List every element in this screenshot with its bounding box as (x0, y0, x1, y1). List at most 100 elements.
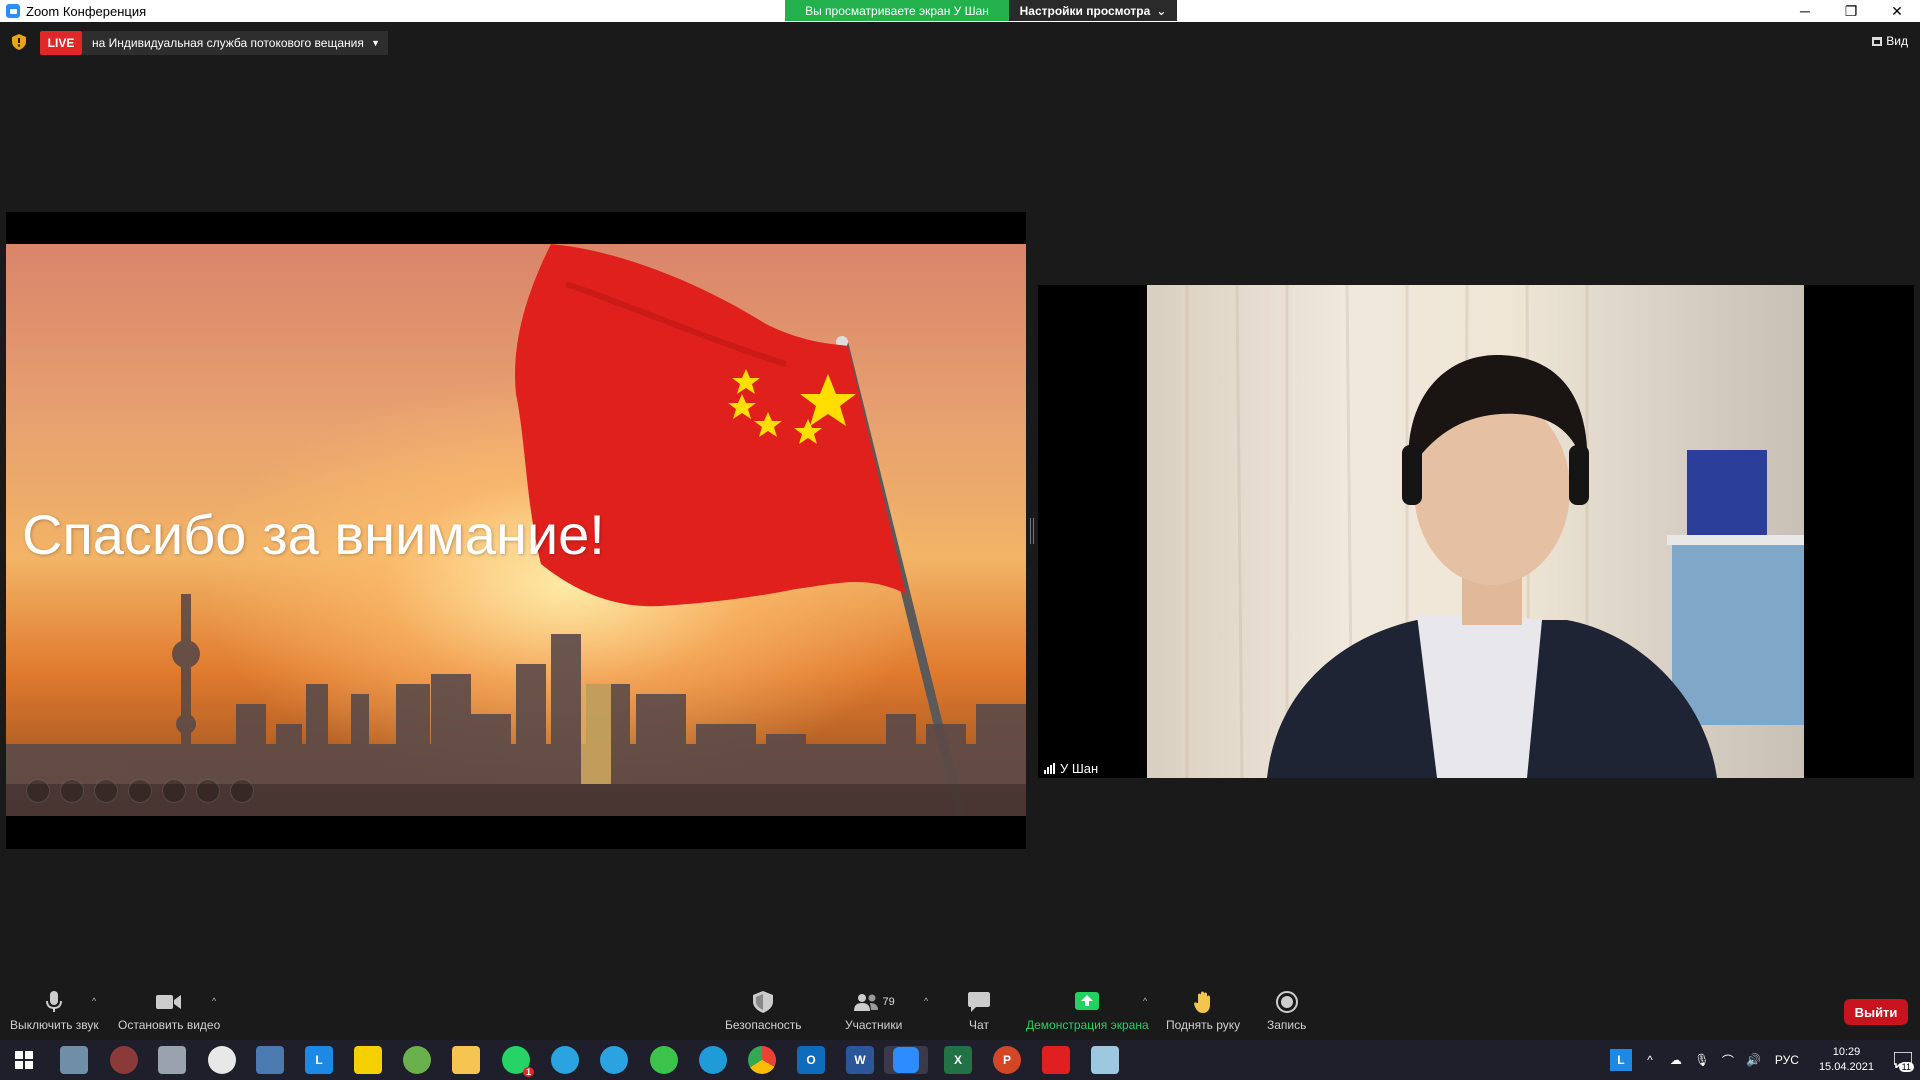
window-controls: ─ ❐ ✕ (1782, 0, 1920, 22)
windows-start-icon[interactable] (10, 1046, 38, 1074)
close-button[interactable]: ✕ (1874, 0, 1920, 22)
shared-slide: Спасибо за внимание! (6, 244, 1026, 816)
notification-count: 11 (1898, 1062, 1914, 1072)
sticky-notes-app-icon[interactable] (354, 1046, 382, 1074)
signal-strength-icon (1044, 762, 1055, 774)
scanner-app-icon[interactable] (158, 1046, 186, 1074)
outlook-app-icon[interactable]: O (797, 1046, 825, 1074)
cloud-icon[interactable]: ☁ (1668, 1052, 1684, 1068)
live-stream-dropdown[interactable]: на Индивидуальная служба потокового веща… (82, 31, 388, 55)
word-app-icon[interactable]: W (846, 1046, 874, 1074)
lingualeo-app-icon[interactable]: L (305, 1046, 333, 1074)
slides-grid-icon[interactable] (128, 779, 152, 803)
wechat-app-icon[interactable] (650, 1046, 678, 1074)
chevron-down-icon: ⌄ (1156, 3, 1167, 18)
audio-options-caret-icon[interactable]: ^ (92, 996, 96, 1006)
notepad-app-icon[interactable] (1091, 1046, 1119, 1074)
microphone-tray-icon[interactable]: 🎙 (1694, 1052, 1710, 1068)
participant-video-image (1185, 285, 1804, 778)
whatsapp-app-icon[interactable]: 1 (502, 1046, 534, 1077)
participant-video-feed (1147, 285, 1804, 778)
participants-icon: 79 (853, 990, 895, 1014)
zoom-app-icon (6, 4, 20, 18)
view-options-button[interactable]: Настройки просмотра ⌄ (1009, 0, 1177, 21)
share-options-caret-icon[interactable]: ^ (1143, 996, 1147, 1006)
clock-date: 15.04.2021 (1818, 1061, 1874, 1073)
view-label: Вид (1886, 34, 1908, 48)
shield-icon[interactable] (12, 34, 26, 50)
view-options-label: Настройки просмотра (1019, 3, 1151, 18)
notification-center-icon[interactable]: 11 (1886, 1040, 1920, 1080)
slide-title: Спасибо за внимание! (22, 503, 605, 566)
system-tray: L ^ ☁ 🎙 ⌒ 🔊 РУС 10:29 15.04.2021 11 (1605, 1040, 1920, 1080)
utorrent-app-icon[interactable] (403, 1046, 431, 1074)
books (1672, 545, 1804, 725)
clock[interactable]: 10:29 15.04.2021 (1819, 1045, 1874, 1075)
participants-button[interactable]: 79 Участники (845, 990, 902, 1032)
zoom-taskbar-icon[interactable] (884, 1046, 928, 1074)
lingualeo-tray-icon[interactable]: L (1609, 1049, 1632, 1071)
shelf (1667, 535, 1804, 545)
mute-button[interactable]: Выключить звук (10, 990, 99, 1032)
chat-label: Чат (969, 1018, 989, 1032)
leave-label: Выйти (1854, 1004, 1898, 1020)
restore-icon: ❐ (1844, 2, 1858, 19)
edge-browser-icon[interactable] (699, 1046, 727, 1074)
share-screen-button[interactable]: Демонстрация экрана (1026, 990, 1149, 1032)
live-badge[interactable]: LIVE (40, 31, 82, 55)
subtitles-icon[interactable] (196, 779, 220, 803)
next-slide-icon[interactable] (60, 779, 84, 803)
pen-icon[interactable] (94, 779, 118, 803)
minimize-icon: ─ (1800, 3, 1810, 19)
excel-app-icon[interactable]: X (944, 1046, 972, 1074)
leave-meeting-button[interactable]: Выйти (1844, 999, 1908, 1025)
participant-name: У Шан (1060, 760, 1099, 776)
calculator-app-icon[interactable] (60, 1046, 88, 1074)
game-app-icon[interactable] (110, 1046, 138, 1074)
mute-label: Выключить звук (10, 1018, 99, 1032)
live-label: LIVE (47, 36, 75, 50)
slide-show-controls (26, 779, 254, 803)
file-explorer-icon[interactable] (452, 1046, 480, 1074)
telegram-desktop-icon[interactable] (600, 1046, 628, 1074)
chat-button[interactable]: Чат (968, 990, 990, 1032)
powerpoint-app-icon[interactable]: P (993, 1046, 1021, 1074)
input-language[interactable]: РУС (1775, 1053, 1799, 1067)
security-label: Безопасность (725, 1018, 802, 1032)
raise-hand-button[interactable]: Поднять руку (1166, 990, 1240, 1032)
stop-video-button[interactable]: Остановить видео (118, 990, 220, 1032)
caret-down-icon: ▼ (371, 38, 380, 48)
windows-taskbar: L 1 O W X P L ^ ☁ 🎙 ⌒ 🔊 РУС 10:29 15.04.… (0, 1040, 1920, 1080)
video-options-caret-icon[interactable]: ^ (212, 996, 216, 1006)
volume-icon[interactable]: 🔊 (1746, 1052, 1762, 1068)
minimize-button[interactable]: ─ (1782, 0, 1828, 22)
record-button[interactable]: Запись (1267, 990, 1306, 1032)
whatsapp-badge: 1 (522, 1067, 534, 1077)
browser-app-icon[interactable] (208, 1046, 236, 1074)
security-button[interactable]: Безопасность (725, 990, 802, 1032)
video-camera-icon (156, 990, 182, 1014)
restore-button[interactable]: ❐ (1828, 0, 1874, 22)
microphone-icon (46, 990, 63, 1014)
meeting-top-bar: LIVE на Индивидуальная служба потокового… (0, 22, 1920, 64)
chrome-browser-icon[interactable] (748, 1046, 776, 1074)
acrobat-app-icon[interactable] (1042, 1046, 1070, 1074)
headphone-left (1402, 445, 1422, 505)
chevron-up-icon[interactable]: ^ (1642, 1052, 1658, 1068)
raise-hand-label: Поднять руку (1166, 1018, 1241, 1032)
prev-slide-icon[interactable] (26, 779, 50, 803)
telegram-app-icon[interactable] (551, 1046, 579, 1074)
blue-box (1687, 450, 1767, 535)
wifi-icon[interactable]: ⌒ (1720, 1052, 1736, 1068)
news-app-icon[interactable] (256, 1046, 284, 1074)
participants-options-caret-icon[interactable]: ^ (924, 996, 928, 1006)
clock-time: 10:29 (1832, 1046, 1861, 1058)
shield-icon (753, 990, 774, 1014)
more-options-icon[interactable] (230, 779, 254, 803)
chat-bubble-icon (968, 990, 990, 1014)
grid-view-icon (1872, 36, 1883, 46)
zoom-slide-icon[interactable] (162, 779, 186, 803)
split-view-handle[interactable] (1030, 518, 1034, 544)
record-icon (1275, 990, 1298, 1014)
view-button[interactable]: Вид (1872, 34, 1908, 48)
